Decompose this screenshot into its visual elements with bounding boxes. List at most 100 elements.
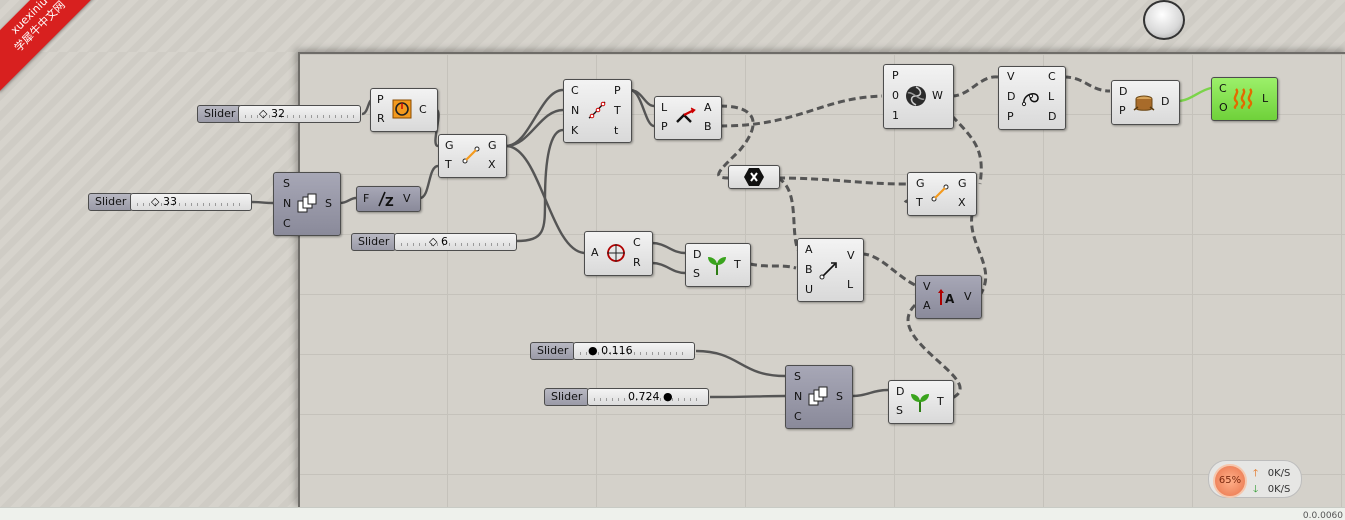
divide-curve-icon: [585, 98, 609, 122]
move-component-2[interactable]: G T G X: [907, 172, 977, 216]
unit-z-icon: Z: [375, 189, 397, 209]
slider-label: Slider: [351, 233, 397, 251]
input-factor: F: [363, 192, 370, 205]
output-tangents: T: [614, 104, 621, 117]
weave-icon: [903, 83, 929, 109]
download-speed: 🡓 0K/S: [1253, 484, 1291, 495]
slider-track[interactable]: ◇ 6: [394, 233, 517, 251]
upload-speed: 🡑 0K/S: [1253, 468, 1291, 479]
output-length: L: [847, 278, 854, 291]
input-count: C: [283, 217, 291, 230]
input-point-a: A: [805, 243, 813, 256]
sprout-icon: [907, 389, 933, 415]
graft-component-2[interactable]: D S T: [888, 380, 954, 424]
slider-count[interactable]: Slider ◇ 33: [88, 193, 254, 211]
slider-divisions[interactable]: Slider ◇ 6: [351, 233, 517, 251]
input-step: N: [794, 390, 803, 403]
amplitude-component[interactable]: V A A V: [915, 275, 982, 319]
input-curve: C: [571, 84, 579, 97]
interpolate-curve-component[interactable]: V D P C L D: [998, 66, 1066, 130]
pipe-component[interactable]: D P D: [1111, 80, 1180, 125]
target-circle-icon: [604, 241, 628, 265]
output-circle: C: [419, 103, 427, 116]
input-geometry: G: [916, 177, 925, 190]
slider-value: ◇ 6: [429, 235, 448, 248]
input-stream-0: 0: [892, 89, 899, 102]
output-geometry: G: [488, 139, 497, 152]
slider-value: ◇ 33: [151, 195, 177, 208]
unit-z-component[interactable]: F Z V: [356, 186, 421, 212]
circle-cnr-component[interactable]: A C R: [584, 231, 653, 276]
interpolate-curve-icon: [1019, 85, 1043, 109]
series-icon: [296, 193, 318, 215]
move-icon: [928, 181, 952, 205]
input-periodic: P: [1007, 110, 1014, 123]
graft-component[interactable]: D S T: [685, 243, 751, 287]
input-data: D: [693, 248, 702, 261]
vector-2pt-component[interactable]: A B U V L: [797, 238, 864, 302]
output-series: S: [325, 197, 332, 210]
input-start: S: [794, 370, 801, 383]
slider-step[interactable]: Slider ● 0.116: [530, 342, 696, 360]
series-component[interactable]: S N C S: [273, 172, 341, 236]
input-geometry: G: [445, 139, 454, 152]
divide-curve-component[interactable]: C N K P T t: [563, 79, 632, 143]
svg-text:Z: Z: [385, 195, 394, 209]
output-geometry: G: [958, 177, 967, 190]
output-b: B: [704, 120, 712, 133]
circle-icon: [391, 99, 413, 119]
network-monitor-widget[interactable]: 65% 🡑 0K/S 🡓 0K/S: [1208, 460, 1302, 498]
input-shift: S: [693, 267, 700, 280]
output-radius: R: [633, 256, 641, 269]
input-start: S: [283, 177, 290, 190]
slider-label: Slider: [88, 193, 134, 211]
svg-text:A: A: [945, 292, 955, 306]
output-weave: W: [932, 89, 943, 102]
slider-amplitude[interactable]: Slider 0.724 ●: [544, 388, 710, 406]
output-series: S: [836, 390, 843, 403]
output-parameters: t: [614, 124, 619, 137]
input-step: N: [283, 197, 292, 210]
move-component[interactable]: G T G X: [438, 134, 507, 178]
slider-value: ◇ 32: [259, 107, 285, 120]
circle-component[interactable]: P R C: [370, 88, 438, 132]
input-param: P: [1119, 104, 1126, 117]
slider-track[interactable]: 0.724 ●: [587, 388, 709, 406]
input-data: D: [896, 385, 905, 398]
slider-radius[interactable]: Slider ◇ 32: [197, 105, 363, 123]
series-component-2[interactable]: S N C S: [785, 365, 853, 429]
vector-arrow-icon: [817, 258, 841, 282]
input-translation: T: [445, 158, 452, 171]
input-vertices: V: [1007, 70, 1015, 83]
slider-track[interactable]: ◇ 33: [130, 193, 252, 211]
output-vector: V: [403, 192, 411, 205]
shift-list-component[interactable]: L P A B: [654, 96, 722, 140]
tree-stump-icon: [1131, 90, 1157, 114]
series-icon: [807, 386, 829, 408]
slider-label: Slider: [530, 342, 576, 360]
output-line: L: [1262, 92, 1269, 105]
wires-layer: [251, 75, 1212, 400]
input-list: L: [661, 101, 668, 114]
input-kinks: K: [571, 124, 579, 137]
cull-component[interactable]: [728, 165, 780, 189]
slider-value: 0.724 ●: [628, 390, 673, 403]
input-stream-1: 1: [892, 109, 899, 122]
input-pattern: P: [892, 69, 899, 82]
input-point-b: B: [805, 263, 813, 276]
output-transform: X: [958, 196, 966, 209]
slider-label: Slider: [544, 388, 590, 406]
input-pattern: P: [661, 120, 668, 133]
custom-preview-component[interactable]: C O L: [1211, 77, 1278, 121]
input-shift: S: [896, 404, 903, 417]
slider-value: ● 0.116: [588, 344, 633, 357]
input-translation: T: [916, 196, 923, 209]
output-data: D: [1161, 95, 1170, 108]
input-radius: R: [377, 112, 385, 125]
wave-pattern-icon: [1230, 86, 1256, 110]
sprout-icon: [704, 252, 730, 278]
slider-ticks: [401, 243, 510, 246]
weave-component[interactable]: P 0 1 W: [883, 64, 954, 129]
slider-track[interactable]: ◇ 32: [238, 105, 361, 123]
slider-track[interactable]: ● 0.116: [573, 342, 695, 360]
